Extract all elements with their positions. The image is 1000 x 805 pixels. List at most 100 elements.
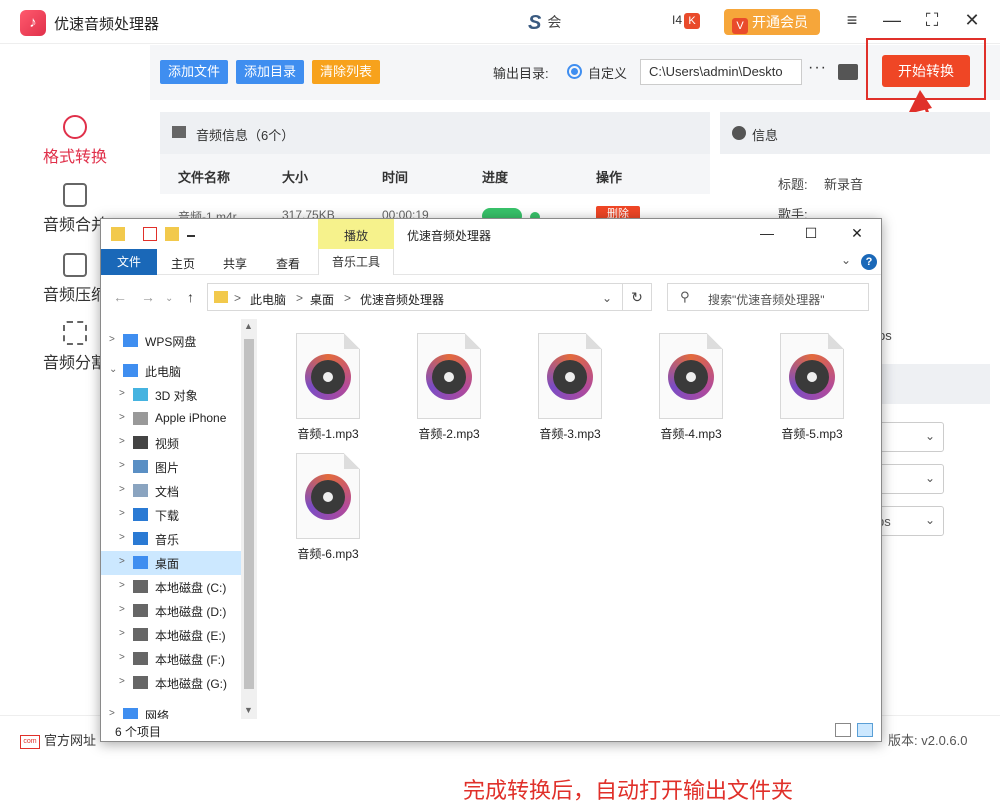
add-file-button[interactable]: 添加文件 <box>160 60 229 84</box>
annotation-notice: 完成转换后，自动打开输出文件夹 <box>463 778 794 803</box>
breadcrumb-folder[interactable]: 优速音频处理器 <box>360 291 444 308</box>
audio-file-icon <box>417 333 481 419</box>
help-icon[interactable]: ? <box>861 254 877 270</box>
tree-item[interactable]: > 文档 <box>101 479 241 503</box>
tree-item[interactable]: > WPS网盘 <box>101 329 241 353</box>
tab-view[interactable]: 查看 <box>276 255 300 272</box>
tree-item[interactable]: > 本地磁盘 (C:) <box>101 575 241 599</box>
file-item[interactable]: 音频-3.mp3 <box>525 333 615 442</box>
chevron-right-icon[interactable]: > <box>119 556 125 567</box>
title-extra[interactable]: S会 <box>528 12 561 35</box>
address-bar[interactable]: > 此电脑 > 桌面 > 优速音频处理器 ⌄ <box>207 283 623 311</box>
chevron-right-icon[interactable]: > <box>119 508 125 519</box>
up-icon[interactable]: ↑ <box>187 289 194 305</box>
maximize-icon[interactable]: ⛶ <box>920 10 944 31</box>
col-name: 文件名称 <box>178 170 231 185</box>
chevron-right-icon[interactable]: > <box>119 652 125 663</box>
breadcrumb-this-pc[interactable]: 此电脑 <box>250 291 286 308</box>
details-view-icon[interactable] <box>835 723 851 737</box>
recent-dropdown-icon[interactable]: ⌄ <box>165 293 173 304</box>
tree-item[interactable]: > 桌面 <box>101 551 241 575</box>
scroll-down-icon[interactable]: ▼ <box>244 705 253 715</box>
start-convert-button[interactable]: 开始转换 <box>882 55 970 87</box>
chevron-right-icon[interactable]: > <box>119 436 125 447</box>
open-folder-icon[interactable] <box>838 64 858 80</box>
customize-qa-icon[interactable] <box>187 227 195 237</box>
scroll-up-icon[interactable]: ▲ <box>244 321 253 331</box>
add-directory-button[interactable]: 添加目录 <box>236 60 305 84</box>
tree-item[interactable]: ⌄ 此电脑 <box>101 359 241 383</box>
tree-item-label: 本地磁盘 (D:) <box>155 605 227 619</box>
tree-item[interactable]: > 本地磁盘 (G:) <box>101 671 241 695</box>
chevron-right-icon[interactable]: > <box>119 460 125 471</box>
chevron-right-icon[interactable]: > <box>119 676 125 687</box>
file-item[interactable]: 音频-5.mp3 <box>767 333 857 442</box>
tree-item[interactable]: > 图片 <box>101 455 241 479</box>
chevron-right-icon[interactable]: > <box>109 334 115 345</box>
sidebar-item-format-convert[interactable]: 格式转换 <box>0 115 150 167</box>
chevron-right-icon[interactable]: > <box>119 580 125 591</box>
expand-ribbon-icon[interactable]: ⌄ <box>841 253 851 267</box>
col-progress: 进度 <box>482 170 509 185</box>
file-item[interactable]: 音频-6.mp3 <box>283 453 373 562</box>
custom-radio-label[interactable]: 自定义 <box>588 63 627 82</box>
refresh-icon[interactable]: ↻ <box>622 283 652 311</box>
context-tab-play[interactable]: 播放 <box>318 219 394 249</box>
title-badge[interactable]: I4 K <box>672 13 701 29</box>
chevron-right-icon[interactable]: > <box>119 388 125 399</box>
search-icon: ⚲ <box>680 289 690 304</box>
tree-item-label: 桌面 <box>155 557 180 571</box>
tab-home[interactable]: 主页 <box>171 255 195 272</box>
explorer-close-icon[interactable]: ✕ <box>847 225 867 242</box>
clear-list-button[interactable]: 清除列表 <box>312 60 381 84</box>
large-icons-view-icon[interactable] <box>857 723 873 737</box>
more-icon[interactable]: ··· <box>808 59 827 77</box>
scrollbar-thumb[interactable] <box>244 339 254 689</box>
new-folder-icon[interactable] <box>165 227 179 241</box>
chevron-right-icon[interactable]: > <box>119 604 125 615</box>
chevron-down-icon[interactable]: ⌄ <box>109 364 117 375</box>
vip-button[interactable]: V 开通会员 <box>724 9 820 35</box>
k-badge-icon: K <box>684 13 701 29</box>
explorer-maximize-icon[interactable]: ☐ <box>801 225 821 242</box>
chevron-down-icon: ⌄ <box>924 471 935 485</box>
address-dropdown-icon[interactable]: ⌄ <box>602 291 612 305</box>
nav-scrollbar[interactable]: ▲ ▼ <box>241 319 257 719</box>
tree-item[interactable]: > Apple iPhone <box>101 407 241 431</box>
tree-item-label: Apple iPhone <box>155 411 227 425</box>
tree-item[interactable]: >3D 对象 <box>101 383 241 407</box>
chevron-right-icon[interactable]: > <box>119 532 125 543</box>
tree-item[interactable]: > 本地磁盘 (F:) <box>101 647 241 671</box>
official-site-link[interactable]: com 官方网址 <box>20 730 96 749</box>
chevron-right-icon[interactable]: > <box>119 628 125 639</box>
chevron-right-icon[interactable]: > <box>119 484 125 495</box>
chevron-right-icon[interactable]: > <box>109 708 115 719</box>
tree-item[interactable]: > 下载 <box>101 503 241 527</box>
file-name: 音频-6.mp3 <box>297 547 359 561</box>
back-icon[interactable]: ← <box>113 289 127 305</box>
search-input[interactable]: ⚲ 搜索"优速音频处理器" <box>667 283 869 311</box>
tab-music-tools[interactable]: 音乐工具 <box>318 249 394 275</box>
tree-item[interactable]: > 本地磁盘 (E:) <box>101 623 241 647</box>
minimize-icon[interactable]: — <box>880 10 904 31</box>
custom-radio[interactable] <box>567 64 582 79</box>
tree-item[interactable]: > 音乐 <box>101 527 241 551</box>
file-item[interactable]: 音频-2.mp3 <box>404 333 494 442</box>
properties-icon[interactable] <box>143 227 157 241</box>
file-item[interactable]: 音频-1.mp3 <box>283 333 373 442</box>
breadcrumb-desktop[interactable]: 桌面 <box>310 291 334 308</box>
menu-icon[interactable]: ≡ <box>840 10 864 31</box>
file-item[interactable]: 音频-4.mp3 <box>646 333 736 442</box>
forward-icon[interactable]: → <box>141 289 155 305</box>
tree-item[interactable]: > 视频 <box>101 431 241 455</box>
tab-share[interactable]: 共享 <box>223 255 247 272</box>
tab-file[interactable]: 文件 <box>101 249 157 275</box>
tree-item[interactable]: > 本地磁盘 (D:) <box>101 599 241 623</box>
badge-num: I4 <box>672 13 683 28</box>
file-explorer-window: 播放 优速音频处理器 — ☐ ✕ 文件 主页 共享 查看 音乐工具 ⌄ ? ← … <box>100 218 882 803</box>
explorer-minimize-icon[interactable]: — <box>757 225 777 241</box>
output-path-input[interactable]: C:\Users\admin\Deskto <box>640 59 802 85</box>
chevron-right-icon[interactable]: > <box>119 412 125 423</box>
close-icon[interactable]: ✕ <box>960 10 984 31</box>
navigation-pane: > WPS网盘 ⌄ 此电脑 >3D 对象 > Apple iPhone > 视频 > 图片 > 文档 > 下… <box>101 319 257 723</box>
